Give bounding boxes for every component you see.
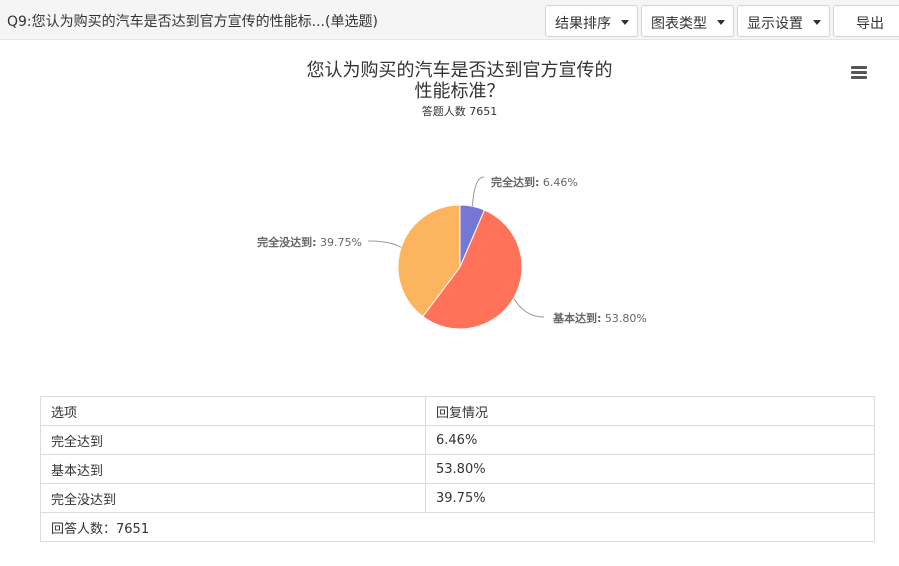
table-footer-total: 回答人数：7651 <box>40 512 875 542</box>
table-cell-option: 基本达到 <box>40 454 426 484</box>
table-footer-row: 回答人数：7651 <box>40 512 875 542</box>
connector-line <box>472 176 485 207</box>
pie-chart: 完全达到: 6.46% 基本达到: 53.80% 完全没达到: 39.75% <box>257 175 647 330</box>
table-cell-response: 39.75% <box>425 483 875 513</box>
table-cell-option: 完全没达到 <box>40 483 426 513</box>
slice-data-label: 完全达到: 6.46% <box>491 175 578 189</box>
table-row: 完全达到 6.46% <box>40 425 875 455</box>
table-cell-option: 完全达到 <box>40 425 426 455</box>
table-row: 基本达到 53.80% <box>40 454 875 484</box>
slice-data-label: 基本达到: 53.80% <box>552 311 647 325</box>
table-header-response: 回复情况 <box>425 396 875 426</box>
table-row: 完全没达到 39.75% <box>40 483 875 513</box>
table-header-row: 选项 回复情况 <box>40 396 875 426</box>
results-table: 选项 回复情况 完全达到 6.46% 基本达到 53.80% 完全没达到 39.… <box>40 396 875 542</box>
table-cell-response: 53.80% <box>425 454 875 484</box>
connector-line <box>513 297 545 318</box>
slice-data-label: 完全没达到: 39.75% <box>257 235 362 249</box>
connector-line <box>367 240 402 248</box>
table-cell-response: 6.46% <box>425 425 875 455</box>
table-header-option: 选项 <box>40 396 426 426</box>
